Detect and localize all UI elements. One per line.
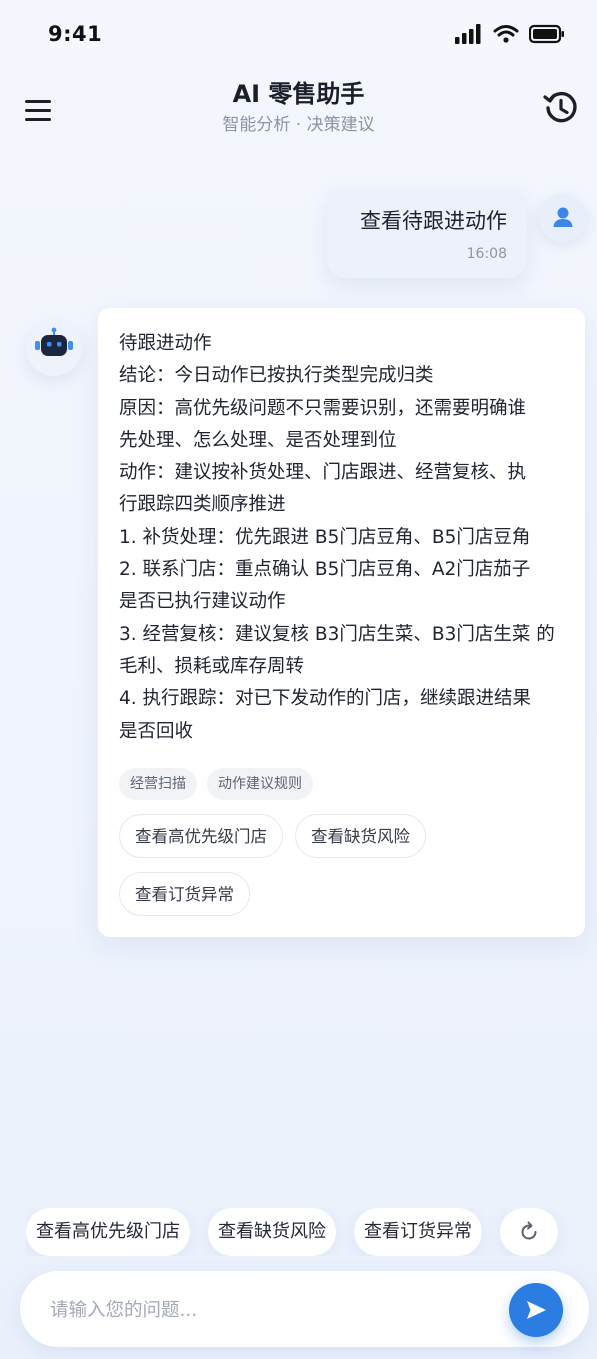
bot-message-line: 是否回收 — [119, 720, 194, 742]
quick-replies: 查看高优先级门店 查看缺货风险 查看订货异常 — [26, 1208, 597, 1256]
user-avatar — [539, 194, 587, 242]
quick-reply-order-anomaly[interactable]: 查看订货异常 — [354, 1208, 482, 1256]
bot-message-line: 行跟踪四类顺序推进 — [119, 494, 286, 516]
bot-message-line: 3. 经营复核：建议复核 B3门店生菜、B3门店生菜 的 — [119, 623, 555, 645]
bot-message-line: 1. 补货处理：优先跟进 B5门店豆角、B5门店豆角 — [119, 526, 531, 548]
bot-message-body: 待跟进动作 结论：今日动作已按执行类型完成归类 原因：高优先级问题不只需要识别，… — [119, 328, 567, 748]
user-message-bubble: 查看待跟进动作 16:08 — [327, 188, 527, 278]
history-icon — [543, 91, 577, 123]
bot-message-line: 先处理、怎么处理、是否处理到位 — [119, 429, 397, 451]
page-subtitle: 智能分析 · 决策建议 — [222, 115, 375, 135]
user-message-time: 16:08 — [466, 246, 507, 262]
status-icons — [455, 24, 565, 44]
title-block: AI 零售助手 智能分析 · 决策建议 — [0, 78, 597, 138]
suggestion-chip-high-priority-stores[interactable]: 查看高优先级门店 — [119, 813, 283, 858]
quick-reply-stockout-risk[interactable]: 查看缺货风险 — [208, 1208, 336, 1256]
bot-message-card: 待跟进动作 结论：今日动作已按执行类型完成归类 原因：高优先级问题不只需要识别，… — [98, 308, 585, 937]
bot-message-line: 结论：今日动作已按执行类型完成归类 — [119, 365, 434, 387]
bot-message-line: 动作：建议按补货处理、门店跟进、经营复核、执 — [119, 462, 527, 484]
input-bar — [20, 1271, 589, 1347]
send-icon — [527, 1301, 546, 1319]
bot-avatar — [26, 320, 82, 376]
bot-message-line: 2. 联系门店：重点确认 B5门店豆角、A2门店茄子 — [119, 559, 531, 581]
user-message-text: 查看待跟进动作 — [360, 209, 507, 233]
page-title: AI 零售助手 — [232, 80, 365, 108]
robot-icon — [35, 327, 73, 356]
bot-message-line: 毛利、损耗或库存周转 — [119, 655, 305, 677]
quick-reply-high-priority-stores[interactable]: 查看高优先级门店 — [26, 1208, 190, 1256]
send-button[interactable] — [509, 1283, 563, 1337]
bot-message-line: 是否已执行建议动作 — [119, 591, 286, 613]
wifi-icon — [493, 25, 519, 43]
refresh-button[interactable] — [500, 1208, 558, 1256]
status-bar: 9:41 — [0, 0, 597, 70]
source-tag: 经营扫描 — [119, 767, 197, 800]
status-time: 9:41 — [48, 22, 103, 46]
source-tags: 经营扫描 动作建议规则 — [119, 767, 567, 800]
source-tag: 动作建议规则 — [207, 767, 313, 800]
app-header: AI 零售助手 智能分析 · 决策建议 — [0, 72, 597, 152]
suggestion-chip-stockout-risk[interactable]: 查看缺货风险 — [295, 813, 426, 858]
user-icon — [553, 207, 573, 227]
bot-message-line: 原因：高优先级问题不只需要识别，还需要明确谁 — [119, 397, 527, 419]
refresh-icon — [521, 1221, 537, 1240]
question-input[interactable] — [48, 1289, 492, 1331]
signal-icon — [455, 24, 481, 44]
bot-message-line: 待跟进动作 — [119, 333, 212, 354]
suggestion-chips: 查看高优先级门店 查看缺货风险 查看订货异常 — [119, 813, 449, 916]
history-button[interactable] — [541, 88, 581, 128]
bot-message-line: 4. 执行跟踪：对已下发动作的门店，继续跟进结果 — [119, 688, 532, 710]
battery-icon — [529, 24, 564, 44]
suggestion-chip-order-anomaly[interactable]: 查看订货异常 — [119, 871, 250, 916]
